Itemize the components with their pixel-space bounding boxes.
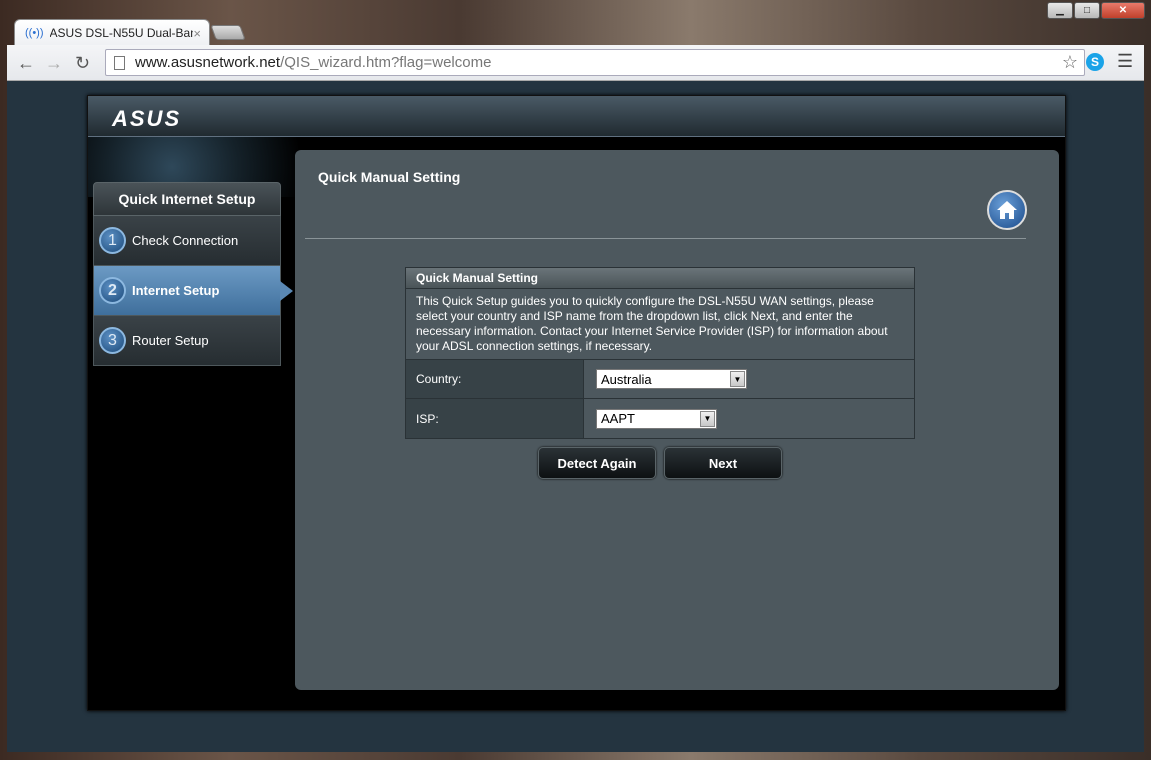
new-tab-button[interactable] (210, 25, 246, 40)
step-2-icon: 2 (99, 277, 126, 304)
main-panel: Quick Manual Setting Quick Manual Settin… (295, 150, 1059, 690)
sidebar-header: Quick Internet Setup (93, 182, 281, 216)
country-label: Country: (406, 360, 584, 398)
minimize-icon[interactable]: ▁ (1047, 2, 1073, 19)
detect-again-button[interactable]: Detect Again (538, 447, 656, 479)
divider (305, 238, 1026, 239)
form-description: This Quick Setup guides you to quickly c… (406, 289, 914, 360)
back-arrow-icon[interactable]: ← (17, 53, 35, 74)
forward-arrow-icon[interactable]: → (45, 53, 63, 74)
router-ui: ASUS Quick Internet Setup 1 Check Connec… (87, 95, 1066, 711)
skype-extension-icon[interactable]: S (1086, 53, 1104, 71)
isp-label: ISP: (406, 399, 584, 438)
page-title: Quick Manual Setting (318, 169, 461, 185)
top-banner: ASUS (88, 96, 1065, 136)
sidebar-item-label: Router Setup (132, 333, 209, 348)
browser-menu-icon[interactable]: ☰ (1117, 51, 1133, 72)
wifi-favicon-icon: ((•)) (25, 27, 44, 39)
page-icon (114, 55, 125, 70)
reload-icon[interactable]: ↻ (75, 53, 90, 74)
browser-toolbar: ← → ↻ www.asusnetwork.net/QIS_wizard.htm… (7, 45, 1144, 81)
sidebar-item-check-connection[interactable]: 1 Check Connection (93, 216, 281, 266)
tab-close-icon[interactable]: × (193, 26, 201, 41)
asus-logo: ASUS (112, 106, 182, 131)
step-3-icon: 3 (99, 327, 126, 354)
country-select[interactable]: Australia ▼ (596, 369, 747, 389)
window-controls: ▁ □ ✕ (1047, 2, 1145, 19)
bookmark-star-icon[interactable]: ☆ (1062, 52, 1078, 73)
sidebar-item-router-setup[interactable]: 3 Router Setup (93, 316, 281, 366)
chevron-down-icon[interactable]: ▼ (730, 371, 745, 387)
tab-title: ASUS DSL-N55U Dual-Band (49, 26, 194, 40)
next-button[interactable]: Next (664, 447, 782, 479)
close-window-icon[interactable]: ✕ (1101, 2, 1145, 19)
browser-tab[interactable]: ((•)) ASUS DSL-N55U Dual-Band × (14, 19, 210, 46)
sidebar-item-label: Check Connection (132, 233, 239, 248)
maximize-icon[interactable]: □ (1074, 2, 1100, 19)
country-row: Country: Australia ▼ (406, 360, 914, 399)
setup-steps-menu: Quick Internet Setup 1 Check Connection … (93, 182, 293, 366)
home-icon[interactable] (987, 190, 1027, 230)
sidebar-item-internet-setup[interactable]: 2 Internet Setup (93, 266, 293, 316)
isp-select[interactable]: AAPT ▼ (596, 408, 717, 429)
isp-row: ISP: AAPT ▼ (406, 399, 914, 438)
step-1-icon: 1 (99, 227, 126, 254)
url-host: www.asusnetwork.net (135, 54, 281, 71)
country-value: Australia (601, 371, 652, 387)
form-header: Quick Manual Setting (406, 268, 914, 289)
page-viewport: ASUS Quick Internet Setup 1 Check Connec… (7, 81, 1144, 752)
chevron-down-icon[interactable]: ▼ (700, 410, 715, 427)
sidebar-item-label: Internet Setup (132, 283, 220, 298)
url-path: /QIS_wizard.htm?flag=welcome (280, 54, 492, 71)
address-bar[interactable]: www.asusnetwork.net/QIS_wizard.htm?flag=… (105, 49, 1085, 76)
quick-setting-form: Quick Manual Setting This Quick Setup gu… (405, 267, 915, 439)
isp-value: AAPT (601, 411, 635, 426)
